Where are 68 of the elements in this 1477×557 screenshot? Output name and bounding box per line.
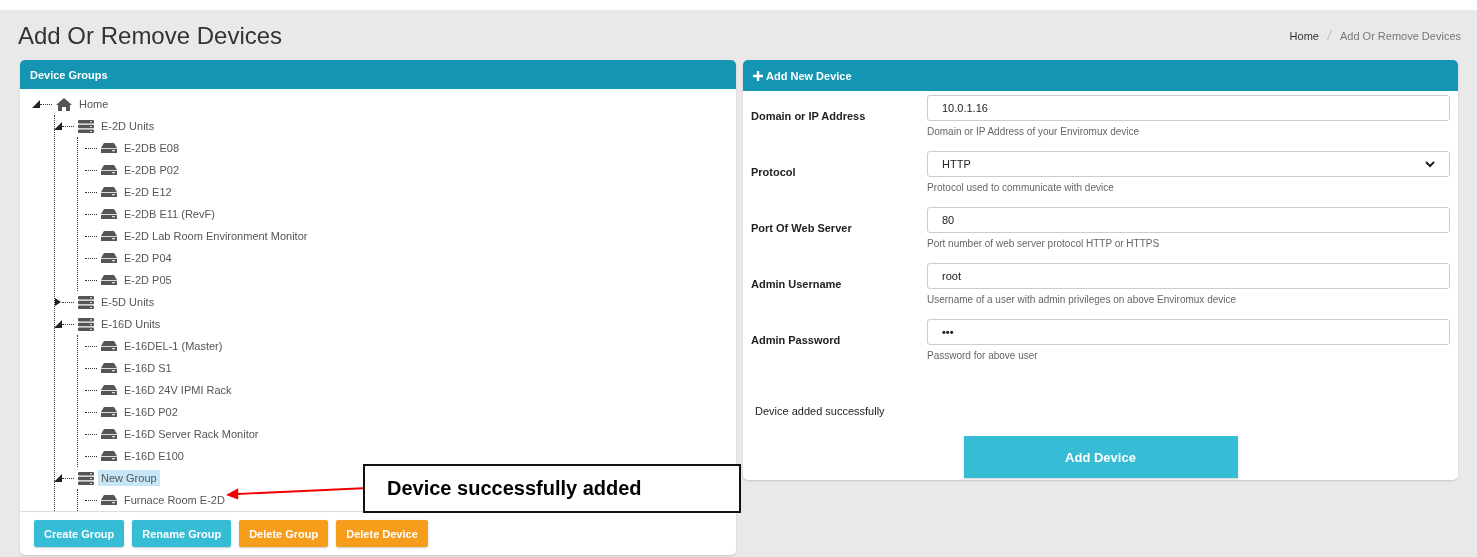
tree-item[interactable]: Furnace Room E-2D	[121, 492, 228, 508]
device-icon	[100, 428, 118, 440]
callout-note: Device successfully added	[363, 464, 741, 513]
help-text: Username of a user with admin privileges on above Enviromux device	[927, 294, 1238, 305]
device-icon	[100, 186, 118, 198]
tree-item[interactable]: E-16D 24V IPMI Rack	[121, 382, 235, 398]
panel-header: Add New Device	[766, 69, 852, 82]
help-text: Domain or IP Address of your Enviromux device	[927, 126, 1141, 137]
tree-item[interactable]: E-2D Lab Room Environment Monitor	[121, 228, 311, 244]
expand-arrow-icon[interactable]	[54, 298, 62, 306]
server-stack-icon	[77, 470, 95, 486]
device-icon	[100, 252, 118, 264]
collapse-arrow-icon[interactable]	[54, 122, 62, 130]
collapse-arrow-icon[interactable]	[54, 320, 62, 328]
breadcrumb-link[interactable]: Home	[1289, 30, 1319, 42]
input-field[interactable]: root	[927, 263, 1450, 289]
tree-item[interactable]: E-2DB P02	[121, 162, 183, 178]
tree-item[interactable]: E-16D S1	[121, 360, 175, 376]
tree-item[interactable]: E-2D E12	[121, 184, 175, 200]
tree-item[interactable]: Home	[76, 96, 112, 112]
tree-item[interactable]: E-16D E100	[121, 448, 187, 464]
tree-item[interactable]: E-16D Units	[98, 316, 164, 332]
tree-item[interactable]: E-16D Server Rack Monitor	[121, 426, 262, 442]
field-label: Domain or IP Address	[751, 109, 867, 124]
breadcrumb-separator-icon	[1326, 30, 1332, 40]
tree-item[interactable]: E-16D P02	[121, 404, 181, 420]
plus-icon	[753, 70, 763, 81]
tree-item[interactable]: E-2D Units	[98, 118, 158, 134]
collapse-arrow-icon[interactable]	[54, 474, 62, 482]
tree-item[interactable]: E-16DEL-1 (Master)	[121, 338, 226, 354]
tree-item[interactable]: E-5D Units	[98, 294, 158, 310]
help-text: Port number of web server protocol HTTP or HTTPS	[927, 238, 1161, 249]
tree-item[interactable]: E-2D P05	[121, 272, 175, 288]
tree-item[interactable]: E-2D P04	[121, 250, 175, 266]
chevron-icon	[1425, 160, 1435, 168]
collapse-arrow-icon[interactable]	[32, 100, 40, 108]
input-field[interactable]: 80	[927, 207, 1450, 233]
field-label: Admin Username	[751, 277, 843, 292]
device-icon	[100, 230, 118, 242]
status-message: Device added successfully	[754, 404, 886, 417]
input-field[interactable]: 10.0.1.16	[927, 95, 1450, 121]
server-stack-icon	[77, 316, 95, 332]
device-icon	[100, 494, 118, 506]
panel-header: Device Groups	[20, 60, 736, 89]
field-label: Admin Password	[751, 333, 842, 348]
breadcrumb-link[interactable]: Add Or Remove Devices	[1339, 30, 1461, 42]
device-icon	[100, 142, 118, 154]
device-icon	[100, 362, 118, 374]
tree-item[interactable]: New Group	[98, 470, 160, 486]
tree-item[interactable]: E-2DB E11 (RevF)	[121, 206, 218, 222]
device-icon	[100, 450, 118, 462]
tree-item[interactable]: E-2DB E08	[121, 140, 183, 156]
help-text: Protocol used to communicate with device	[927, 182, 1115, 193]
field-label: Protocol	[751, 165, 797, 180]
device-icon	[100, 384, 118, 396]
help-text: Password for above user	[927, 350, 1039, 361]
device-icon	[100, 340, 118, 352]
page-title: Add Or Remove Devices	[18, 22, 283, 50]
device-icon	[100, 208, 118, 220]
device-icon	[100, 274, 118, 286]
device-icon	[100, 406, 118, 418]
device-icon	[100, 164, 118, 176]
home-icon	[55, 96, 73, 112]
server-stack-icon	[77, 294, 95, 310]
protocol-select[interactable]: HTTP	[927, 151, 1450, 177]
password-field[interactable]: •••	[927, 319, 1450, 345]
field-label: Port Of Web Server	[751, 221, 853, 236]
server-stack-icon	[77, 118, 95, 134]
